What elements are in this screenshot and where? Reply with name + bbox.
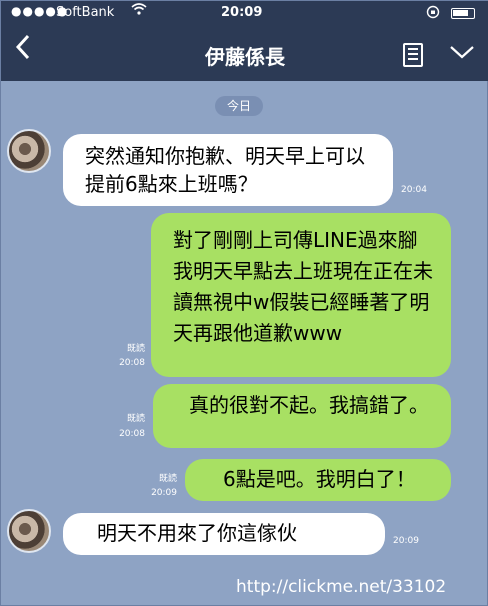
message-text: 明天不用來了你這傢伙 bbox=[97, 521, 297, 545]
status-bar: ●●●●● SoftBank 20:09 bbox=[1, 1, 488, 27]
wifi-icon bbox=[131, 2, 147, 20]
message-time: 20:09 bbox=[393, 536, 419, 546]
message-text: 突然通知你抱歉、明天早上可以提前6點來上班嗎？ bbox=[85, 144, 365, 196]
battery-icon bbox=[451, 8, 475, 19]
read-receipt: 既読 bbox=[158, 474, 177, 484]
chevron-down-icon bbox=[450, 46, 474, 59]
message-text: 對了剛剛上司傳LINE過來腳我明天早點去上班現在正在未讀無視中w假裝已經睡著了明… bbox=[173, 228, 433, 345]
status-time: 20:09 bbox=[221, 5, 263, 20]
read-receipt: 既読 bbox=[126, 344, 145, 354]
nav-bar: 伊藤係長 bbox=[1, 27, 488, 81]
avatar[interactable] bbox=[7, 509, 51, 553]
received-message-bubble[interactable]: 明天不用來了你這傢伙 bbox=[63, 513, 385, 555]
message-text: 6點是吧。我明白了！ bbox=[223, 467, 416, 491]
date-divider: 今日 bbox=[215, 96, 263, 116]
notes-button[interactable] bbox=[403, 43, 423, 67]
sent-message-bubble[interactable]: 對了剛剛上司傳LINE過來腳我明天早點去上班現在正在未讀無視中w假裝已經睡著了明… bbox=[151, 213, 451, 377]
watermark-url: http://clickme.net/33102 bbox=[236, 577, 447, 597]
carrier-name: SoftBank bbox=[56, 5, 115, 20]
message-time: 20:08 bbox=[119, 358, 145, 368]
menu-button[interactable] bbox=[449, 37, 475, 67]
header: ●●●●● SoftBank 20:09 伊藤係長 bbox=[1, 1, 488, 81]
message-text: 真的很對不起。我搞錯了。 bbox=[189, 393, 429, 417]
avatar[interactable] bbox=[7, 129, 51, 173]
message-time: 20:04 bbox=[401, 185, 427, 195]
sent-message-bubble[interactable]: 6點是吧。我明白了！ bbox=[185, 459, 451, 501]
rotation-lock-icon bbox=[426, 5, 440, 22]
read-receipt: 既読 bbox=[126, 414, 145, 424]
message-time: 20:09 bbox=[151, 488, 177, 498]
message-time: 20:08 bbox=[119, 429, 145, 439]
chat-screen: ●●●●● SoftBank 20:09 伊藤係長 今日 突然通知你抱歉、明天早… bbox=[0, 0, 488, 606]
received-message-bubble[interactable]: 突然通知你抱歉、明天早上可以提前6點來上班嗎？ bbox=[63, 134, 393, 206]
sent-message-bubble[interactable]: 真的很對不起。我搞錯了。 bbox=[153, 384, 451, 448]
